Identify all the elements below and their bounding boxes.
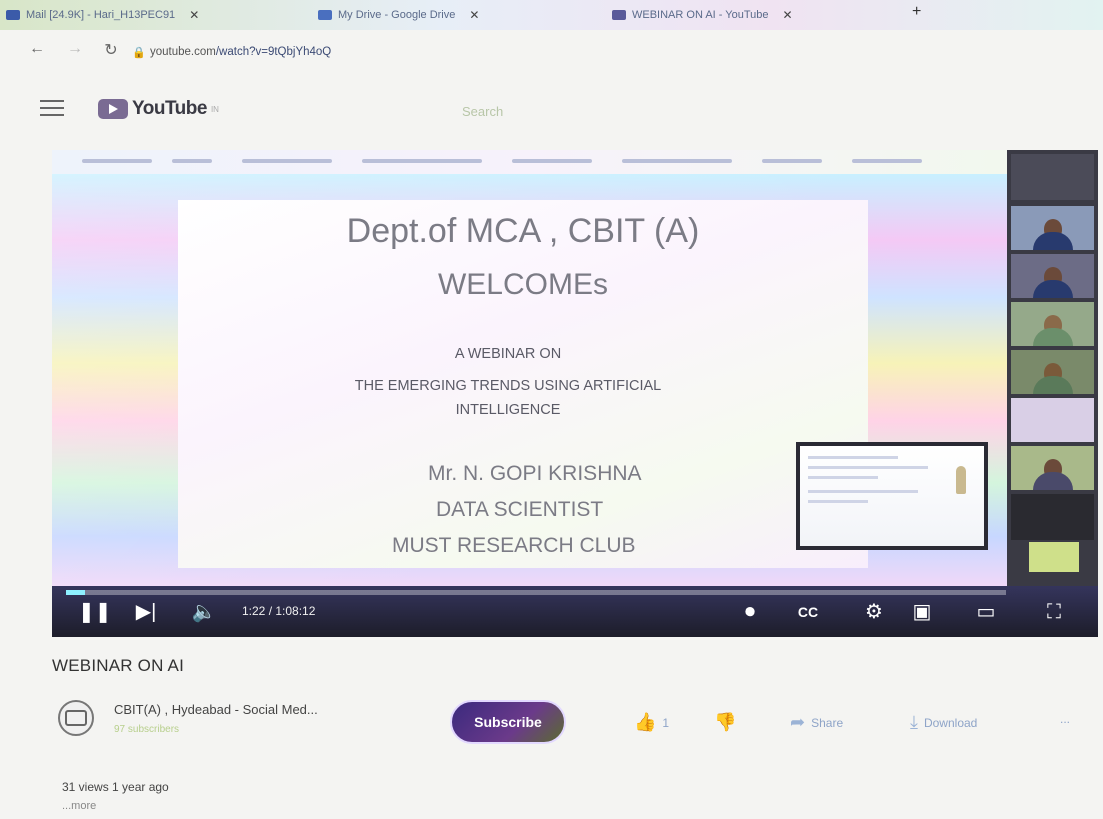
share-label: Share bbox=[811, 715, 844, 730]
participant-tile bbox=[1011, 254, 1094, 298]
progress-bar[interactable] bbox=[66, 590, 1006, 595]
tab-gmail[interactable]: Mail [24.9K] - Hari_H13PEC91 ✕ bbox=[6, 4, 306, 26]
slide-welcome: WELCOMEs bbox=[437, 268, 608, 301]
participant-name-tag bbox=[1029, 542, 1079, 572]
video-stats: 31 views 1 year ago bbox=[62, 780, 169, 794]
like-button[interactable]: 👍 1 bbox=[634, 712, 669, 733]
search-input[interactable]: Search bbox=[462, 104, 503, 119]
url-path: /watch?v=9tQbjYh4oQ bbox=[215, 46, 332, 58]
reload-icon[interactable]: ↻ bbox=[100, 40, 122, 60]
download-icon: ⤓ bbox=[910, 712, 918, 732]
participants-panel bbox=[1007, 150, 1098, 586]
participant-tile bbox=[1011, 494, 1094, 540]
slide-subtitle: THE EMERGING TRENDS USING ARTIFICIAL bbox=[354, 378, 662, 394]
share-button[interactable]: ➦ Share bbox=[790, 712, 843, 733]
download-button[interactable]: ⤓ Download bbox=[910, 712, 977, 733]
slide-org: MUST RESEARCH CLUB bbox=[392, 534, 636, 557]
channel-avatar[interactable] bbox=[58, 700, 94, 736]
slide-heading: Dept.of MCA , CBIT (A) bbox=[346, 212, 700, 250]
tab-title: Mail [24.9K] - Hari_H13PEC91 bbox=[26, 9, 176, 21]
player-controls: ❚❚ ▶| 🔈 1:22 / 1:08:12 ⏺ CC ⚙ ▣ ▭ ⛶ bbox=[52, 586, 1098, 637]
presentation-slide: Dept.of MCA , CBIT (A) WELCOMEs A WEBINA… bbox=[178, 200, 988, 568]
close-tab-icon[interactable]: ✕ bbox=[469, 8, 479, 22]
new-tab-button[interactable]: + bbox=[912, 3, 921, 21]
youtube-icon bbox=[612, 10, 626, 20]
back-icon[interactable]: ← bbox=[26, 40, 48, 58]
youtube-play-icon bbox=[98, 99, 128, 119]
fullscreen-icon[interactable]: ⛶ bbox=[1040, 600, 1068, 624]
captions-icon[interactable]: CC bbox=[794, 600, 822, 624]
video-player[interactable]: Dept.of MCA , CBIT (A) WELCOMEs A WEBINA… bbox=[52, 150, 1098, 637]
address-bar: ← → ↻ 🔒 youtube.com/watch?v=9tQbjYh4oQ bbox=[0, 40, 1103, 70]
slide-subtitle: INTELLIGENCE bbox=[455, 402, 561, 418]
participant-tile bbox=[1011, 398, 1094, 442]
participant-tile bbox=[1011, 154, 1094, 200]
thumbs-down-icon: 👎 bbox=[714, 712, 737, 732]
participant-tile bbox=[1011, 446, 1094, 490]
tab-youtube[interactable]: WEBINAR ON AI - YouTube ✕ bbox=[612, 4, 912, 26]
thumbs-up-icon: 👍 bbox=[634, 712, 657, 732]
url-host: youtube.com bbox=[150, 46, 216, 58]
site-info-icon[interactable]: 🔒 bbox=[132, 46, 146, 59]
share-icon: ➦ bbox=[790, 712, 806, 732]
miniplayer-icon[interactable]: ▣ bbox=[908, 600, 936, 624]
picture-in-picture-window bbox=[796, 442, 988, 550]
next-icon[interactable]: ▶| bbox=[132, 600, 160, 624]
slide-role: DATA SCIENTIST bbox=[436, 498, 604, 521]
close-tab-icon[interactable]: ✕ bbox=[783, 8, 793, 22]
download-label: Download bbox=[923, 715, 978, 730]
pause-icon[interactable]: ❚❚ bbox=[78, 600, 112, 624]
forward-icon[interactable]: → bbox=[64, 40, 86, 58]
close-tab-icon[interactable]: ✕ bbox=[189, 8, 199, 22]
more-actions-button[interactable]: ... bbox=[1060, 712, 1070, 726]
participant-tile bbox=[1011, 350, 1094, 394]
theater-mode-icon[interactable]: ▭ bbox=[972, 600, 1000, 624]
presenter-thumbnail bbox=[956, 466, 966, 494]
shared-screen: Dept.of MCA , CBIT (A) WELCOMEs A WEBINA… bbox=[52, 174, 1007, 586]
time-display: 1:22 / 1:08:12 bbox=[242, 604, 316, 618]
show-more-link[interactable]: ...more bbox=[62, 800, 96, 812]
url-field[interactable]: youtube.com/watch?v=9tQbjYh4oQ bbox=[150, 46, 331, 58]
settings-gear-icon[interactable]: ⚙ bbox=[860, 600, 888, 624]
drive-icon bbox=[318, 10, 332, 20]
tab-title: My Drive - Google Drive bbox=[338, 9, 456, 21]
dislike-button[interactable]: 👎 bbox=[714, 712, 736, 733]
like-count: 1 bbox=[662, 715, 670, 730]
channel-name[interactable]: CBIT(A) , Hydeabad - Social Med... bbox=[114, 702, 318, 717]
youtube-header: YouTube IN Search bbox=[0, 92, 1103, 132]
tab-google-drive[interactable]: My Drive - Google Drive ✕ bbox=[318, 4, 608, 26]
menu-icon[interactable] bbox=[40, 100, 64, 116]
participant-tile bbox=[1011, 302, 1094, 346]
more-icon: ... bbox=[1060, 712, 1071, 726]
volume-icon[interactable]: 🔈 bbox=[190, 600, 218, 624]
shared-screen-toolbar bbox=[52, 150, 1007, 174]
autoplay-toggle-icon[interactable]: ⏺ bbox=[736, 600, 764, 624]
gmail-icon bbox=[6, 10, 20, 20]
subscribe-button[interactable]: Subscribe bbox=[450, 700, 566, 744]
participant-tile bbox=[1011, 206, 1094, 250]
slide-presenter: Mr. N. GOPI KRISHNA bbox=[428, 462, 642, 485]
video-title: WEBINAR ON AI bbox=[52, 656, 185, 675]
tab-title: WEBINAR ON AI - YouTube bbox=[632, 9, 769, 21]
youtube-logo[interactable]: YouTube IN bbox=[98, 98, 219, 120]
youtube-wordmark: YouTube bbox=[132, 98, 207, 119]
progress-fill bbox=[66, 590, 85, 595]
region-code: IN bbox=[210, 104, 219, 114]
browser-tab-strip: Mail [24.9K] - Hari_H13PEC91 ✕ My Drive … bbox=[0, 0, 1103, 30]
subscriber-count: 97 subscribers bbox=[114, 724, 180, 735]
slide-subtitle: A WEBINAR ON bbox=[454, 346, 562, 362]
